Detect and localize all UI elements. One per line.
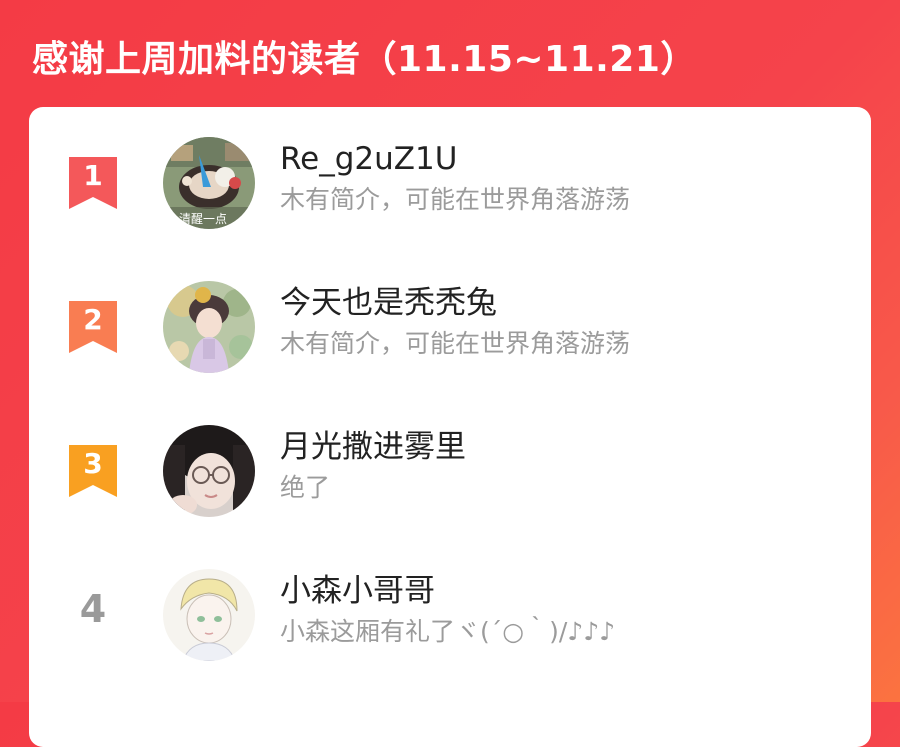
reader-name[interactable]: 今天也是秃秃兔 <box>280 283 497 323</box>
list-item[interactable]: 3 月光撒进雾里 绝了 <box>29 395 871 517</box>
reader-bio: 木有简介，可能在世界角落游荡 <box>280 329 631 358</box>
photo-girl-avatar-icon[interactable] <box>163 425 255 517</box>
cartoon-avatar-icon[interactable]: 清醒一点 <box>163 137 255 229</box>
list-item[interactable]: 4 小森小哥哥 小森这厢有礼了ヾ(´○｀)/♪♪♪ <box>29 539 871 661</box>
rank-number: 2 <box>83 303 102 336</box>
reader-bio: 绝了 <box>280 473 331 502</box>
reader-name[interactable]: 小森小哥哥 <box>280 571 435 611</box>
rank-ribbon-icon: 1 <box>69 157 117 209</box>
rank-number: 1 <box>83 159 102 192</box>
sketch-boy-avatar-icon[interactable] <box>163 569 255 661</box>
list-item[interactable]: 1 清醒一点 Re_g2uZ1U 木有简介，可能在世界角落游荡 <box>29 107 871 229</box>
illustrated-girl-avatar-icon[interactable] <box>163 281 255 373</box>
reader-bio: 木有简介，可能在世界角落游荡 <box>280 185 631 214</box>
rank-ribbon-icon: 2 <box>69 301 117 353</box>
rank-number: 3 <box>83 447 102 480</box>
reader-ranking-list: 1 清醒一点 Re_g2uZ1U 木有简介，可能在世界角落游荡 2 今天也是秃秃… <box>29 107 871 747</box>
reader-name[interactable]: Re_g2uZ1U <box>280 139 457 179</box>
page-title: 感谢上周加料的读者（11.15~11.21） <box>32 39 697 80</box>
avatar-caption: 清醒一点 <box>179 212 227 226</box>
rank-number: 4 <box>79 587 107 631</box>
list-item[interactable]: 2 今天也是秃秃兔 木有简介，可能在世界角落游荡 <box>29 251 871 373</box>
reader-name[interactable]: 月光撒进雾里 <box>280 427 466 467</box>
rank-ribbon-icon: 3 <box>69 445 117 497</box>
reader-bio: 小森这厢有礼了ヾ(´○｀)/♪♪♪ <box>280 617 616 646</box>
